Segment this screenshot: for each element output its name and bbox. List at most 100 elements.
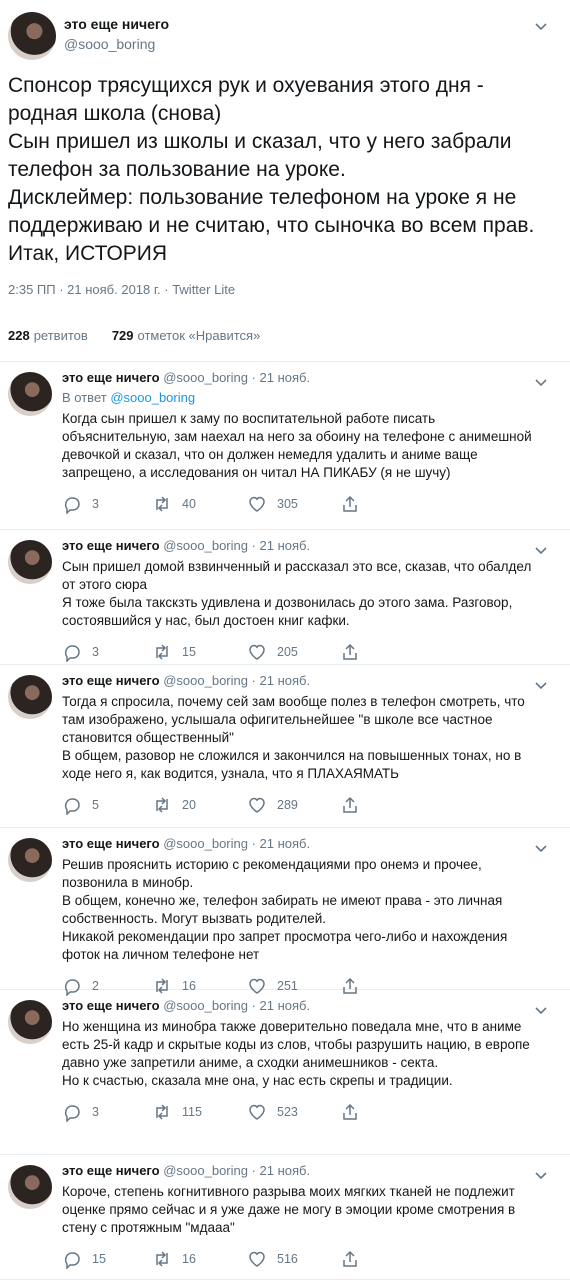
share-button[interactable] xyxy=(340,795,370,815)
reply-count: 3 xyxy=(92,1105,99,1119)
retweet-count: 115 xyxy=(182,1105,202,1119)
chevron-down-icon[interactable] xyxy=(535,544,547,556)
like-count: 289 xyxy=(277,798,298,812)
tweet-text-line: состоявшийся у нас, был достоен книг каф… xyxy=(62,613,350,628)
author-handle-date[interactable]: @sooo_boring · 21 нояб. xyxy=(163,836,310,851)
avatar[interactable] xyxy=(8,12,56,60)
retweet-button[interactable]: 115 xyxy=(152,1102,202,1122)
author-handle[interactable]: @sooo_boring xyxy=(64,36,155,52)
retweet-button[interactable]: 15 xyxy=(152,642,196,662)
reply-button[interactable]: 15 xyxy=(62,1249,106,1269)
author-name[interactable]: это еще ничего xyxy=(62,836,160,851)
avatar[interactable] xyxy=(8,675,52,719)
retweet-icon xyxy=(152,494,172,514)
reply-tweet[interactable]: это еще ничего @sooo_boring · 21 нояб. Но… xyxy=(0,990,570,1155)
likes-count[interactable]: 729 xyxy=(112,328,134,343)
reply-button[interactable]: 3 xyxy=(62,642,99,662)
retweets-count[interactable]: 228 xyxy=(8,328,30,343)
like-button[interactable]: 523 xyxy=(247,1102,298,1122)
like-button[interactable]: 205 xyxy=(247,642,298,662)
retweet-icon xyxy=(152,642,172,662)
tweet-actions: 15 16 516 xyxy=(62,1249,362,1269)
like-count: 205 xyxy=(277,645,298,659)
author-name[interactable]: это еще ничего xyxy=(62,1163,160,1178)
author-name[interactable]: это еще ничего xyxy=(62,998,160,1013)
share-button[interactable] xyxy=(340,1249,370,1269)
tweet-text: Сын пришел домой взвинченный и рассказал… xyxy=(62,558,562,630)
reply-tweet[interactable]: это еще ничего @sooo_boring · 21 нояб. Ко… xyxy=(0,1155,570,1280)
retweets-label[interactable]: ретвитов xyxy=(34,328,88,343)
tweet-actions: 3 40 305 xyxy=(62,494,362,514)
reply-button[interactable]: 3 xyxy=(62,494,99,514)
reply-tweet[interactable]: это еще ничего @sooo_boring · 21 нояб. В … xyxy=(0,362,570,530)
chevron-down-icon[interactable] xyxy=(535,20,547,32)
avatar[interactable] xyxy=(8,1000,52,1044)
author-handle-date[interactable]: @sooo_boring · 21 нояб. xyxy=(163,673,310,688)
avatar[interactable] xyxy=(8,372,52,416)
retweet-icon xyxy=(152,1249,172,1269)
reply-button[interactable]: 5 xyxy=(62,795,99,815)
share-button[interactable] xyxy=(340,1102,370,1122)
tweet-text-line: объяснительную, зам наехал на него за об… xyxy=(62,429,532,444)
author-handle-date[interactable]: @sooo_boring · 21 нояб. xyxy=(163,370,310,385)
share-icon xyxy=(340,642,360,662)
heart-icon xyxy=(247,1249,267,1269)
reply-tweet[interactable]: это еще ничего @sooo_boring · 21 нояб. То… xyxy=(0,665,570,828)
tweet-actions: 3 115 523 xyxy=(62,1102,362,1122)
tweet-text-line: Я тоже была такскзть удивлена и дозвонил… xyxy=(62,595,513,610)
author-handle-date[interactable]: @sooo_boring · 21 нояб. xyxy=(163,538,310,553)
reply-tweet[interactable]: это еще ничего @sooo_boring · 21 нояб. Сы… xyxy=(0,530,570,665)
reply-count: 15 xyxy=(92,1252,106,1266)
tweet-text-line: ходе него я, как водится, узнала, что я … xyxy=(62,766,400,781)
retweet-button[interactable]: 20 xyxy=(152,795,196,815)
author-handle-date[interactable]: @sooo_boring · 21 нояб. xyxy=(163,998,310,1013)
tweet-stats: 228 ретвитов 729 отметок «Нравится» xyxy=(8,328,260,343)
reply-count: 3 xyxy=(92,497,99,511)
tweet-text-line: В общем, разовор не сложился и закончилс… xyxy=(62,748,522,763)
author-handle-date[interactable]: @sooo_boring · 21 нояб. xyxy=(163,1163,310,1178)
avatar[interactable] xyxy=(8,540,52,584)
heart-icon xyxy=(247,494,267,514)
tweet-text-line: стену с протяжным "мдааа" xyxy=(62,1220,235,1235)
likes-label[interactable]: отметок «Нравится» xyxy=(138,328,261,343)
reply-header: это еще ничего @sooo_boring · 21 нояб. xyxy=(62,836,310,851)
share-button[interactable] xyxy=(340,494,370,514)
tweet-timestamp[interactable]: 2:35 ПП · 21 нояб. 2018 г. · Twitter Lit… xyxy=(8,282,235,297)
author-name[interactable]: это еще ничего xyxy=(64,16,169,32)
like-button[interactable]: 305 xyxy=(247,494,298,514)
tweet-text-line: Спонсор трясущихся рук и охуевания этого… xyxy=(8,74,484,97)
like-button[interactable]: 289 xyxy=(247,795,298,815)
author-name[interactable]: это еще ничего xyxy=(62,538,160,553)
tweet-text-line: Итак, ИСТОРИЯ xyxy=(8,242,168,265)
tweet-text-line: собственность. Могут вызвать родителей. xyxy=(62,911,327,926)
avatar[interactable] xyxy=(8,838,52,882)
retweet-count: 20 xyxy=(182,798,196,812)
share-button[interactable] xyxy=(340,642,370,662)
chevron-down-icon[interactable] xyxy=(535,1169,547,1181)
tweet-text: Спонсор трясущихся рук и охуевания этого… xyxy=(8,72,564,268)
chevron-down-icon[interactable] xyxy=(535,376,547,388)
tweet-text-line: Когда сын пришел к заму по воспитательно… xyxy=(62,411,436,426)
in-reply-to: В ответ @sooo_boring xyxy=(62,390,195,405)
share-icon xyxy=(340,1102,360,1122)
in-reply-handle-link[interactable]: @sooo_boring xyxy=(110,390,195,405)
tweet-text-line: Тогда я спросила, почему сей зам вообще … xyxy=(62,694,525,709)
tweet-actions: 3 15 205 xyxy=(62,642,362,662)
retweet-button[interactable]: 40 xyxy=(152,494,196,514)
author-name[interactable]: это еще ничего xyxy=(62,370,160,385)
retweet-button[interactable]: 16 xyxy=(152,1249,196,1269)
chevron-down-icon[interactable] xyxy=(535,1004,547,1016)
tweet-text-line: оценке прямо сейчас и я уже даже не могу… xyxy=(62,1202,516,1217)
like-button[interactable]: 516 xyxy=(247,1249,298,1269)
author-name[interactable]: это еще ничего xyxy=(62,673,160,688)
chevron-down-icon[interactable] xyxy=(535,679,547,691)
reply-icon xyxy=(62,642,82,662)
reply-button[interactable]: 3 xyxy=(62,1102,99,1122)
tweet-text-line: родная школа (снова) xyxy=(8,102,222,125)
retweet-icon xyxy=(152,795,172,815)
reply-tweet[interactable]: это еще ничего @sooo_boring · 21 нояб. Ре… xyxy=(0,828,570,996)
chevron-down-icon[interactable] xyxy=(535,842,547,854)
retweet-count: 40 xyxy=(182,497,196,511)
tweet-text-line: от этого сюра xyxy=(62,577,148,592)
avatar[interactable] xyxy=(8,1165,52,1209)
